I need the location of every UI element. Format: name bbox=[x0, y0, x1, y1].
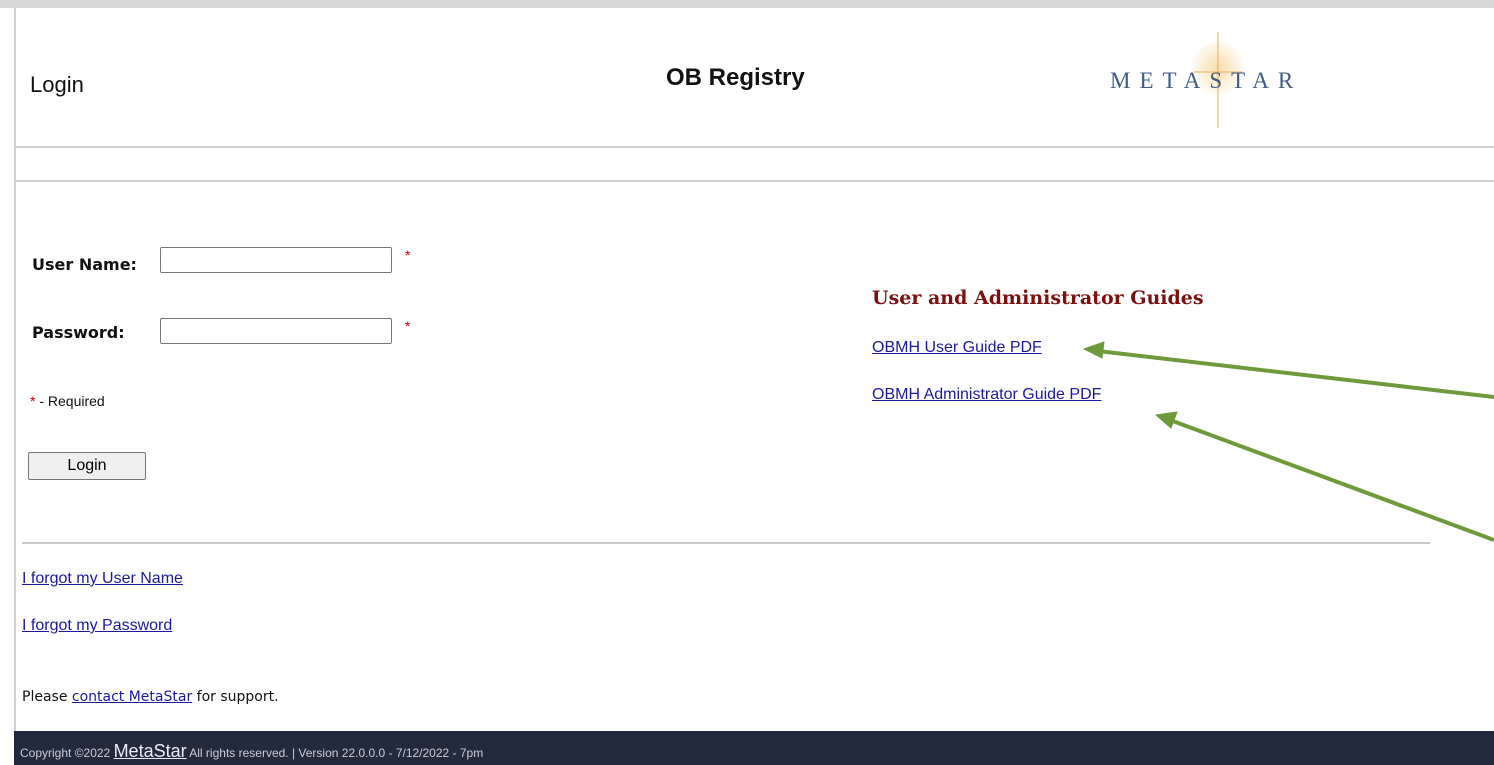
page-header: Login OB Registry METASTAR bbox=[16, 8, 1494, 148]
page-heading: Login bbox=[30, 72, 84, 97]
support-text: Please contact MetaStar for support. bbox=[22, 689, 279, 705]
support-prefix: Please bbox=[22, 689, 72, 705]
annotation-arrow-admin-guide bbox=[1169, 418, 1494, 542]
annotation-arrow-user-guide bbox=[1097, 349, 1494, 399]
metastar-logo: METASTAR bbox=[1110, 68, 1303, 93]
footer-copyright: Copyright ©2022 bbox=[20, 746, 114, 760]
window-top-strip bbox=[0, 0, 1494, 8]
username-label: User Name: bbox=[32, 255, 137, 274]
support-suffix: for support. bbox=[192, 689, 279, 705]
password-required-mark: * bbox=[405, 318, 411, 334]
forgot-username-link[interactable]: I forgot my User Name bbox=[22, 570, 183, 588]
app-title: OB Registry bbox=[666, 64, 805, 91]
user-guide-pdf-link[interactable]: OBMH User Guide PDF bbox=[872, 339, 1042, 357]
password-label: Password: bbox=[32, 323, 125, 342]
annotation-arrowhead-admin-guide bbox=[1154, 411, 1178, 429]
section-divider bbox=[22, 542, 1430, 544]
annotation-arrowhead-user-guide bbox=[1082, 341, 1105, 359]
username-input[interactable] bbox=[160, 247, 392, 273]
footer-version: All rights reserved. | Version 22.0.0.0 … bbox=[186, 746, 484, 760]
forgot-password-link[interactable]: I forgot my Password bbox=[22, 617, 172, 635]
footer-text: Copyright ©2022 MetaStar All rights rese… bbox=[20, 741, 483, 762]
guides-heading: User and Administrator Guides bbox=[872, 287, 1204, 309]
required-note-text: - Required bbox=[35, 393, 105, 409]
login-button[interactable]: Login bbox=[28, 452, 146, 480]
footer-metastar-link[interactable]: MetaStar bbox=[114, 741, 187, 761]
required-note: * - Required bbox=[30, 393, 105, 409]
password-input[interactable] bbox=[160, 318, 392, 344]
footer-bar: Copyright ©2022 MetaStar All rights rese… bbox=[14, 731, 1494, 765]
contact-metastar-link[interactable]: contact MetaStar bbox=[72, 689, 192, 705]
username-required-mark: * bbox=[405, 247, 411, 263]
sub-header-bar bbox=[16, 148, 1494, 182]
admin-guide-pdf-link[interactable]: OBMH Administrator Guide PDF bbox=[872, 386, 1101, 404]
